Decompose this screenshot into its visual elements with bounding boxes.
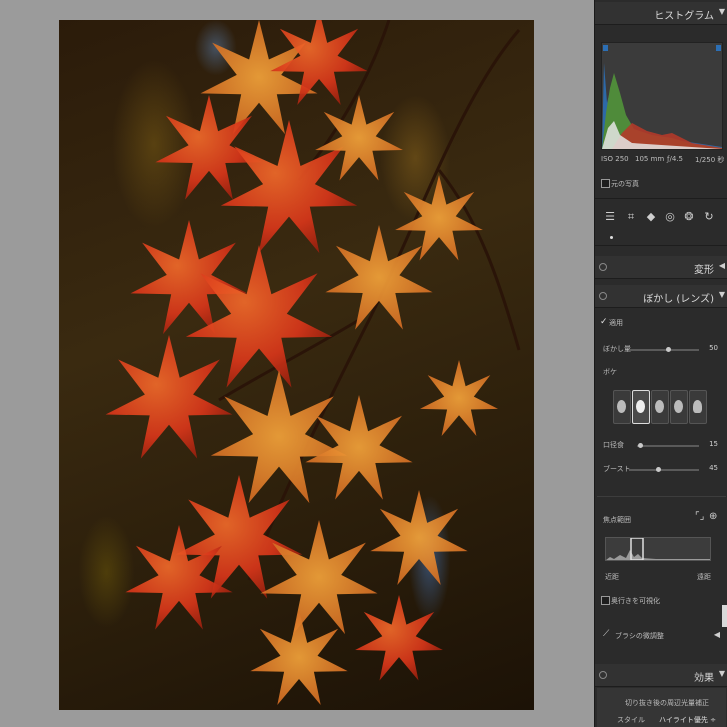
- depth-graph: [606, 537, 710, 561]
- collapse-arrow-icon[interactable]: ▼: [719, 7, 725, 16]
- apply-checkbox[interactable]: ✓: [600, 317, 608, 327]
- focal-range-label: 焦点範囲: [603, 516, 631, 524]
- maple-leaf: [250, 610, 348, 705]
- focus-picker-icon[interactable]: ⌜⌟: [695, 511, 704, 522]
- blur-amount-slider[interactable]: [629, 347, 699, 352]
- maple-leaf: [355, 595, 443, 681]
- focal-length-readout: 105 mm: [635, 155, 665, 163]
- collapse-arrow-icon[interactable]: ▼: [719, 669, 725, 678]
- apply-label: 適用: [609, 319, 623, 327]
- edit-sliders-icon[interactable]: ☰: [604, 210, 616, 224]
- maple-leaf: [260, 520, 378, 635]
- shadow-clip-icon: [603, 45, 608, 51]
- bokeh-circle-button[interactable]: [613, 390, 631, 424]
- style-label: スタイル: [617, 716, 645, 724]
- original-photo-label: 元の写真: [611, 180, 639, 188]
- style-dropdown[interactable]: ハイライト優先 ÷: [659, 715, 716, 725]
- maple-leaf: [420, 360, 498, 436]
- bokeh-ring-button[interactable]: [670, 390, 688, 424]
- brush-icon: ⟋: [603, 629, 610, 639]
- brush-refine-row[interactable]: ⟋ ブラシの微調整 ◀: [595, 625, 727, 645]
- bokeh-cat-eye-button[interactable]: [689, 390, 707, 424]
- slider-knob[interactable]: [656, 467, 662, 472]
- visualize-depth-label: 奥行きを可視化: [611, 597, 660, 605]
- near-label: 近距: [605, 573, 619, 581]
- maple-leaf: [325, 225, 433, 330]
- histogram-chart: [602, 45, 722, 149]
- blur-amount-value: 50: [709, 344, 718, 352]
- brush-label: ブラシの微調整: [615, 632, 664, 640]
- eye-icon[interactable]: [599, 292, 607, 300]
- maple-leaf: [200, 20, 318, 135]
- histogram-header[interactable]: ヒストグラム ▼: [595, 2, 727, 25]
- effects-title: 効果: [694, 673, 714, 684]
- maple-leaves-image: [105, 20, 521, 705]
- eye-icon[interactable]: [599, 671, 607, 679]
- heal-icon[interactable]: ◆: [645, 210, 657, 224]
- iso-readout: ISO 250: [601, 155, 629, 163]
- maple-leaf: [370, 490, 468, 585]
- depth-histogram[interactable]: [605, 537, 711, 561]
- bokeh-bubble-button[interactable]: [632, 390, 650, 424]
- histogram-title: ヒストグラム: [654, 11, 714, 22]
- focus-target-icon[interactable]: ⊕: [709, 511, 717, 522]
- crop-icon[interactable]: ⌗: [625, 210, 637, 224]
- maple-leaf: [105, 335, 233, 459]
- blur-amount-label: ぼかし量: [603, 345, 631, 353]
- right-panel: ヒストグラム ▼ ISO 250 105 mm ƒ/4.5 1/250 秒 元の…: [594, 0, 727, 727]
- exposure-readout: 1/250 秒: [695, 156, 725, 164]
- effects-header[interactable]: 効果 ▼: [595, 664, 727, 687]
- presets-icon[interactable]: ↻: [703, 210, 715, 224]
- lens-blur-header[interactable]: ぼかし (レンズ) ▼: [595, 285, 727, 308]
- boost-label: ブースト: [603, 465, 631, 473]
- active-tool-dot: [610, 236, 613, 239]
- masking-icon[interactable]: ❂: [683, 210, 695, 224]
- original-photo-checkbox[interactable]: [601, 179, 610, 188]
- bokeh-blade-button[interactable]: [651, 390, 669, 424]
- boost-value: 45: [709, 464, 718, 472]
- effects-content: 切り抜き後の周辺光量補正 スタイル ハイライト優先 ÷: [597, 688, 726, 727]
- boost-slider[interactable]: [629, 467, 699, 472]
- transform-header[interactable]: 変形 ◀: [595, 256, 727, 279]
- far-label: 遠距: [697, 573, 711, 581]
- expand-arrow-icon[interactable]: ◀: [714, 630, 720, 639]
- red-eye-icon[interactable]: ◎: [664, 210, 676, 224]
- bokeh-amount-value: 15: [709, 440, 718, 448]
- photo-preview[interactable]: [59, 20, 534, 710]
- visualize-depth-checkbox[interactable]: [601, 596, 610, 605]
- aperture-readout: ƒ/4.5: [667, 155, 683, 163]
- eye-icon[interactable]: [599, 263, 607, 271]
- divider: [597, 496, 726, 497]
- maple-leaf: [210, 370, 348, 504]
- lens-blur-title: ぼかし (レンズ): [643, 294, 714, 305]
- post-crop-vignette-label: 切り抜き後の周辺光量補正: [625, 699, 709, 707]
- bokeh-amount-slider[interactable]: [637, 443, 699, 448]
- highlight-clip-icon: [716, 45, 721, 51]
- panel-scrollbar[interactable]: [722, 605, 727, 627]
- image-canvas-area: [0, 0, 594, 727]
- collapse-arrow-icon[interactable]: ▼: [719, 290, 725, 299]
- maple-leaf: [315, 95, 403, 181]
- expand-arrow-icon[interactable]: ◀: [719, 261, 725, 270]
- slider-knob[interactable]: [665, 347, 671, 352]
- bokeh-amount-label: 口径食: [603, 441, 624, 449]
- histogram-graph: [601, 42, 723, 150]
- transform-title: 変形: [694, 265, 714, 276]
- bokeh-label: ボケ: [603, 368, 617, 376]
- slider-knob[interactable]: [638, 443, 644, 448]
